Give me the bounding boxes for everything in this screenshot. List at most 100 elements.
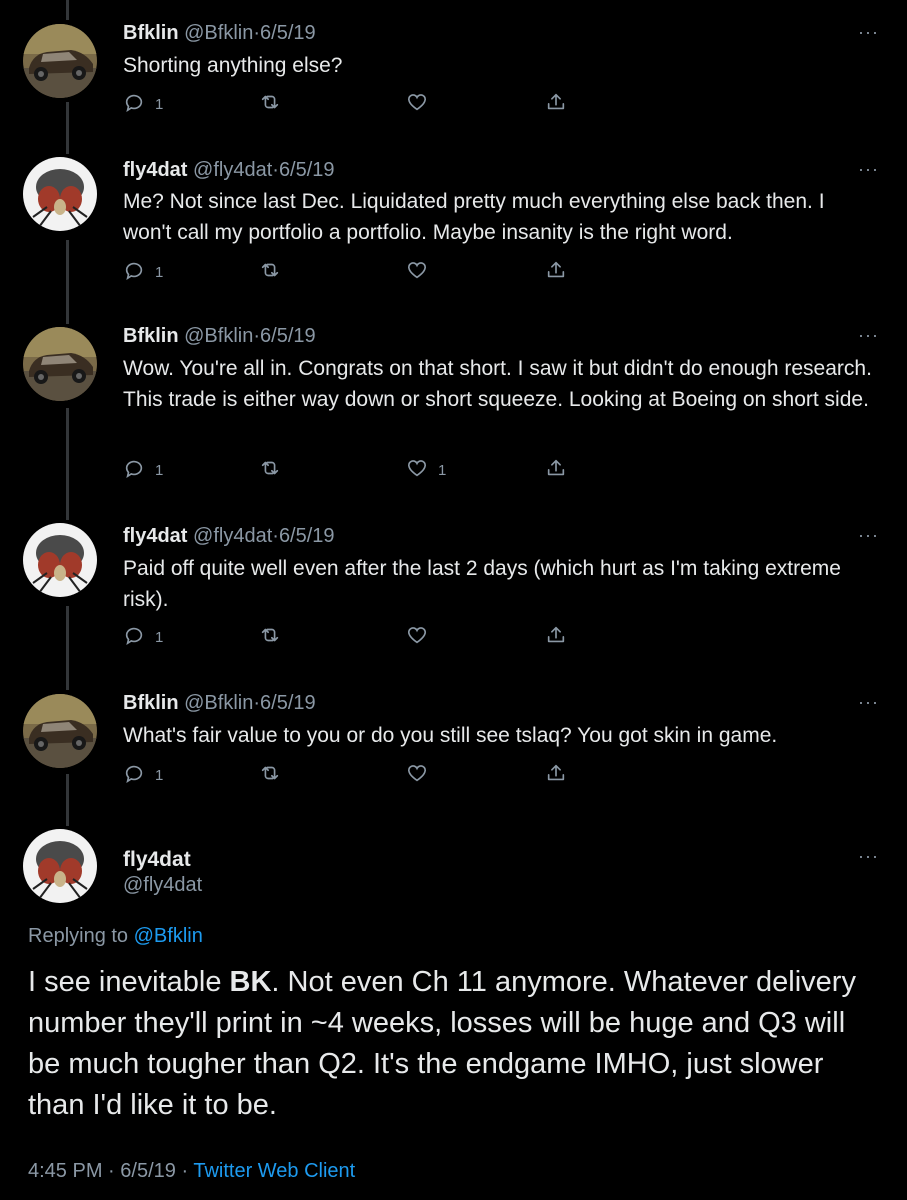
reply-count: 1 [155, 96, 164, 113]
reply-button[interactable]: 1 [123, 457, 163, 484]
dot-separator: · [253, 22, 261, 44]
tweet-text: Shorting anything else? [123, 54, 343, 77]
reply-button[interactable]: 1 [123, 259, 163, 286]
reply-icon [123, 259, 145, 286]
main-author-handle[interactable]: @fly4dat [123, 874, 202, 897]
reply-icon [123, 457, 145, 484]
tweet-date[interactable]: 6/5/19 [260, 22, 316, 44]
like-icon [406, 259, 428, 286]
reply-button[interactable]: 1 [123, 624, 163, 651]
share-icon [545, 762, 567, 789]
author-handle[interactable]: @fly4dat [193, 525, 272, 547]
avatar-car[interactable] [23, 327, 97, 401]
tweet-header: Bfklin @Bfklin·6/5/19 [123, 20, 316, 46]
like-button[interactable] [406, 762, 438, 789]
retweet-icon [259, 624, 281, 651]
reply-count: 1 [155, 462, 164, 479]
more-options-icon[interactable]: ··· [858, 325, 879, 346]
more-options-icon[interactable]: ··· [858, 525, 879, 546]
author-name[interactable]: Bfklin [123, 325, 179, 347]
reply-button[interactable]: 1 [123, 762, 163, 789]
tweet-text: Wow. You're all in. Congrats on that sho… [123, 357, 872, 411]
share-icon [545, 457, 567, 484]
dot-separator: · [253, 692, 261, 714]
like-icon [406, 762, 428, 789]
share-button[interactable] [545, 91, 567, 118]
more-options-icon[interactable]: ··· [858, 692, 879, 713]
share-button[interactable] [545, 624, 567, 651]
tweet-time[interactable]: 4:45 PM [28, 1160, 102, 1182]
tweet-date[interactable]: 6/5/19 [279, 159, 335, 181]
tweet[interactable]: Bfklin @Bfklin·6/5/19 ··· Shorting anyth… [0, 20, 907, 130]
retweet-button[interactable] [259, 457, 291, 484]
share-icon [545, 624, 567, 651]
replying-to-label: Replying to [28, 925, 129, 947]
tweet-date[interactable]: 6/5/19 [279, 525, 335, 547]
tweet-header: Bfklin @Bfklin·6/5/19 [123, 690, 316, 716]
author-name[interactable]: fly4dat [123, 159, 187, 181]
reply-icon [123, 624, 145, 651]
author-handle[interactable]: @Bfklin [184, 325, 253, 347]
retweet-button[interactable] [259, 259, 291, 286]
share-icon [545, 91, 567, 118]
author-handle[interactable]: @Bfklin [184, 22, 253, 44]
reply-count: 1 [155, 264, 164, 281]
main-tweet-text: I see inevitable BK. Not even Ch 11 anym… [28, 962, 878, 1126]
tweet-client-link[interactable]: Twitter Web Client [193, 1160, 355, 1182]
avatar-car[interactable] [23, 24, 97, 98]
tweet-text: Me? Not since last Dec. Liquidated prett… [123, 190, 825, 244]
dot-separator: · [108, 1160, 115, 1182]
tweet-actions: 1 [123, 762, 583, 788]
avatar-fly[interactable] [23, 523, 97, 597]
dot-separator: · [253, 325, 261, 347]
author-name[interactable]: fly4dat [123, 525, 187, 547]
like-button[interactable] [406, 91, 438, 118]
share-button[interactable] [545, 259, 567, 286]
tweet-date[interactable]: 6/5/19 [260, 692, 316, 714]
tweet-date[interactable]: 6/5/19 [120, 1160, 176, 1182]
reply-count: 1 [155, 767, 164, 784]
reply-icon [123, 91, 145, 118]
author-handle[interactable]: @Bfklin [184, 692, 253, 714]
tweet-date[interactable]: 6/5/19 [260, 325, 316, 347]
tweet[interactable]: fly4dat @fly4dat·6/5/19 ··· Me? Not sinc… [0, 157, 907, 297]
author-name[interactable]: Bfklin [123, 692, 179, 714]
main-author-name[interactable]: fly4dat [123, 848, 191, 872]
tweet[interactable]: Bfklin @Bfklin·6/5/19 ··· Wow. You're al… [0, 323, 907, 493]
retweet-icon [259, 259, 281, 286]
share-button[interactable] [545, 762, 567, 789]
retweet-icon [259, 457, 281, 484]
thread-line [66, 0, 69, 20]
tweet-header: fly4dat @fly4dat·6/5/19 [123, 523, 335, 549]
avatar-car[interactable] [23, 694, 97, 768]
avatar-fly[interactable] [23, 157, 97, 231]
tweet[interactable]: Bfklin @Bfklin·6/5/19 ··· What's fair va… [0, 690, 907, 800]
like-button[interactable] [406, 624, 438, 651]
main-text-part: I see inevitable [28, 966, 230, 998]
dot-separator: · [272, 159, 279, 181]
retweet-icon [259, 762, 281, 789]
retweet-button[interactable] [259, 762, 291, 789]
replying-to-link[interactable]: @Bfklin [134, 925, 203, 947]
reply-button[interactable]: 1 [123, 91, 163, 118]
dot-separator: · [272, 525, 279, 547]
main-text-bold: BK [229, 966, 272, 998]
like-icon [406, 457, 428, 484]
author-name[interactable]: Bfklin [123, 22, 179, 44]
tweet[interactable]: fly4dat @fly4dat·6/5/19 ··· Paid off qui… [0, 523, 907, 663]
more-options-icon[interactable]: ··· [858, 846, 879, 867]
retweet-icon [259, 91, 281, 118]
author-handle[interactable]: @fly4dat [193, 159, 272, 181]
avatar-fly[interactable] [23, 829, 97, 903]
like-button[interactable]: 1 [406, 457, 446, 484]
more-options-icon[interactable]: ··· [858, 159, 879, 180]
tweet-actions: 1 [123, 91, 583, 117]
more-options-icon[interactable]: ··· [858, 22, 879, 43]
retweet-button[interactable] [259, 91, 291, 118]
share-button[interactable] [545, 457, 567, 484]
retweet-button[interactable] [259, 624, 291, 651]
like-button[interactable] [406, 259, 438, 286]
like-icon [406, 624, 428, 651]
reply-count: 1 [155, 629, 164, 646]
tweet-header: Bfklin @Bfklin·6/5/19 [123, 323, 316, 349]
